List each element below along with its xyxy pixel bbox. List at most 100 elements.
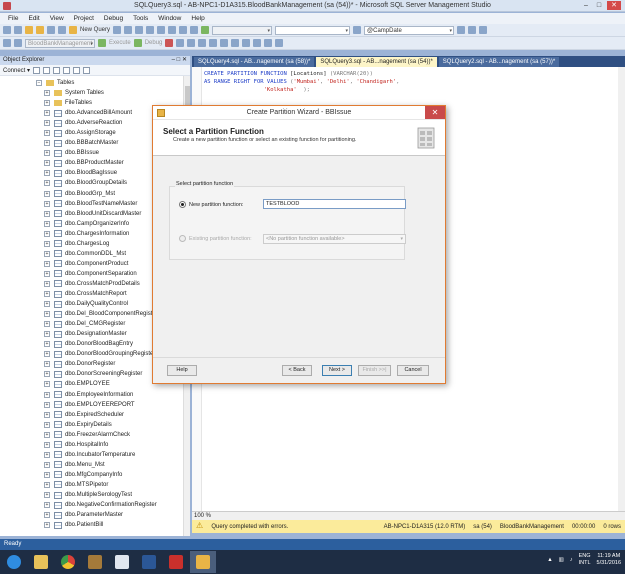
undo-icon[interactable] <box>179 26 188 34</box>
expand-icon[interactable]: + <box>44 371 50 378</box>
database-engine-query-icon[interactable] <box>113 26 122 34</box>
tree-node-table[interactable]: + dbo.MfgCompanyInfo <box>0 470 190 480</box>
tree-node-table[interactable]: + dbo.ExpiredScheduler <box>0 410 190 420</box>
refresh-icon[interactable] <box>73 66 81 74</box>
ssms-taskbar-button[interactable] <box>190 551 216 573</box>
copy-icon[interactable] <box>157 26 166 34</box>
menu-tools[interactable]: Tools <box>128 13 153 24</box>
expand-icon[interactable]: + <box>44 270 50 277</box>
available-databases-combo[interactable]: BloodBankManagement ▾ <box>25 38 95 48</box>
back-button[interactable]: < Back <box>282 365 312 376</box>
tree-node-table[interactable]: + dbo.MTSPipetor <box>0 480 190 490</box>
expand-icon[interactable]: + <box>44 481 50 488</box>
language-indicator[interactable]: ENG INTL <box>579 553 591 567</box>
connect-icon[interactable] <box>33 66 41 74</box>
chrome-taskbar-button[interactable] <box>55 551 81 573</box>
new-project-icon[interactable] <box>25 26 33 34</box>
expand-icon[interactable]: + <box>44 100 50 107</box>
menu-edit[interactable]: Edit <box>23 13 44 24</box>
expand-icon[interactable]: + <box>44 190 50 197</box>
tree-node-table[interactable]: + dbo.EMPLOYEEREPORT <box>0 400 190 410</box>
menu-view[interactable]: View <box>45 13 69 24</box>
expand-icon[interactable]: + <box>44 331 50 338</box>
expand-icon[interactable]: + <box>44 361 50 368</box>
new-query-icon[interactable] <box>69 26 77 34</box>
mdx-query-icon[interactable] <box>135 26 144 34</box>
expand-icon[interactable]: + <box>44 492 50 498</box>
expand-icon[interactable]: + <box>44 441 50 448</box>
expand-icon[interactable]: + <box>44 421 50 428</box>
tree-node-table[interactable]: + dbo.FreezerAlarmCheck <box>0 430 190 440</box>
app-taskbar-button[interactable] <box>82 551 108 573</box>
include-plan-icon[interactable] <box>209 39 218 47</box>
find-combo[interactable]: ▾ <box>275 25 351 35</box>
cut-icon[interactable] <box>146 26 155 34</box>
expand-icon[interactable]: + <box>44 411 50 418</box>
expand-icon[interactable]: + <box>44 130 50 137</box>
cancel-button[interactable]: Cancel <box>397 365 429 376</box>
debug-button[interactable]: Debug <box>145 40 163 46</box>
tree-node-table[interactable]: + dbo.Menu_Mst <box>0 460 190 470</box>
tree-node-table[interactable]: + dbo.IncubatorTemperature <box>0 450 190 460</box>
save-icon[interactable] <box>47 26 55 34</box>
menu-help[interactable]: Help <box>186 13 209 24</box>
menu-window[interactable]: Window <box>153 13 186 24</box>
editor-scrollbar[interactable] <box>618 67 625 520</box>
new-function-input[interactable]: TESTBLOOD <box>263 199 406 209</box>
search-combo[interactable]: @CampDate ▾ <box>364 25 455 35</box>
expand-icon[interactable]: + <box>44 110 50 117</box>
outlook-taskbar-button[interactable] <box>109 551 135 573</box>
expand-icon[interactable]: + <box>44 451 50 458</box>
network-icon[interactable]: ▥ <box>559 557 564 563</box>
tree-node-table[interactable]: + System Tables <box>0 88 190 98</box>
expand-icon[interactable]: + <box>44 401 50 408</box>
summary-icon[interactable] <box>83 66 91 74</box>
options-icon[interactable] <box>479 26 488 34</box>
save-all-icon[interactable] <box>58 26 66 34</box>
volume-icon[interactable]: ♪ <box>570 557 573 563</box>
comment-icon[interactable] <box>242 39 251 47</box>
expand-icon[interactable]: + <box>44 291 50 297</box>
uncomment-icon[interactable] <box>253 39 262 47</box>
expand-icon[interactable]: + <box>44 260 50 267</box>
expand-icon[interactable]: + <box>44 341 50 348</box>
tree-node-table[interactable]: + dbo.HospitalInfo <box>0 440 190 450</box>
clock[interactable]: 11:19 AM 5/31/2016 <box>597 553 621 567</box>
expand-icon[interactable]: + <box>44 301 50 308</box>
word-taskbar-button[interactable] <box>136 551 162 573</box>
connect-dropdown[interactable]: Connect ▾ <box>3 67 30 74</box>
redo-icon[interactable] <box>190 26 199 34</box>
new-query-button[interactable]: New Query <box>80 27 110 33</box>
expand-icon[interactable]: + <box>44 160 50 167</box>
expand-icon[interactable]: + <box>44 461 50 468</box>
help-button[interactable]: Help <box>167 365 197 376</box>
tree-node-tables[interactable]: − Tables <box>0 78 190 88</box>
maximize-button[interactable]: □ <box>594 1 604 10</box>
minimize-button[interactable]: – <box>581 1 591 10</box>
debug-icon[interactable] <box>133 39 142 47</box>
solution-config-combo[interactable]: ▾ <box>212 25 273 35</box>
app2-taskbar-button[interactable] <box>163 551 189 573</box>
finish-button[interactable]: Finish >>| <box>358 365 391 376</box>
expand-icon[interactable]: + <box>44 321 50 328</box>
expand-icon[interactable]: + <box>44 90 50 96</box>
expand-icon[interactable]: + <box>44 351 50 358</box>
expand-icon[interactable]: + <box>44 311 50 318</box>
ie-taskbar-button[interactable] <box>1 551 27 573</box>
expand-icon[interactable]: + <box>44 502 50 509</box>
execute-icon[interactable] <box>98 39 106 47</box>
new-function-radio[interactable] <box>179 201 186 208</box>
results-text-icon[interactable] <box>220 39 229 47</box>
existing-function-select[interactable]: <No partition function available> ▾ <box>263 234 406 244</box>
tree-node-table[interactable]: + dbo.NegativeConfirmationRegister <box>0 500 190 510</box>
existing-function-radio[interactable] <box>179 235 186 242</box>
forward-icon[interactable] <box>14 26 22 34</box>
query-designer-icon[interactable] <box>198 39 207 47</box>
expand-icon[interactable]: + <box>44 200 50 207</box>
expand-icon[interactable]: + <box>44 381 50 388</box>
back-icon[interactable] <box>3 26 11 34</box>
expand-icon[interactable]: + <box>44 522 50 529</box>
open-file-icon[interactable] <box>36 26 44 34</box>
expand-icon[interactable]: + <box>44 210 50 217</box>
menu-project[interactable]: Project <box>69 13 99 24</box>
